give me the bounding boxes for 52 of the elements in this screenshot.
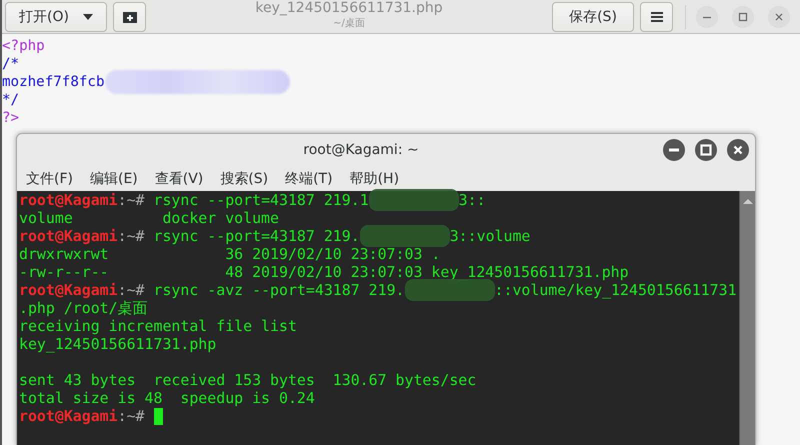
- terminal-text: drwxrwxrwt 36 2019/02/10 23:07:03 .: [19, 245, 440, 263]
- text-cursor: [154, 408, 163, 424]
- menu-button[interactable]: [640, 2, 673, 32]
- save-button[interactable]: 保存(S): [552, 2, 634, 32]
- prompt-path: :~#: [118, 281, 145, 299]
- terminal-text: sent 43 bytes received 153 bytes 130.67 bytes/sec: [19, 371, 476, 389]
- window-title: root@Kagami: ~: [303, 142, 419, 158]
- prompt-path: :~#: [118, 407, 145, 425]
- terminal-text: ::volume/key_12450156611731: [494, 281, 737, 299]
- new-document-button[interactable]: [113, 2, 146, 32]
- prompt-path: :~#: [118, 191, 145, 209]
- menu-item[interactable]: 终端(T): [285, 170, 333, 188]
- text-area[interactable]: <?php /* mozhef7f8fcb */ ?>: [2, 34, 800, 127]
- menu-item[interactable]: 编辑(E): [90, 170, 138, 188]
- caret-icon: [82, 14, 93, 20]
- minimize-button[interactable]: [663, 139, 685, 161]
- prompt-user: root@Kagami: [19, 227, 118, 245]
- terminal-text: 3::volume: [450, 227, 530, 245]
- window-title: key_12450156611731.php: [255, 0, 443, 17]
- prompt-user: root@Kagami: [19, 191, 118, 209]
- terminal-text: rsync -avz --port=43187 219.: [152, 281, 405, 299]
- new-document-icon: [122, 10, 138, 24]
- menu-item[interactable]: 搜索(S): [220, 170, 268, 188]
- prompt-user: root@Kagami: [19, 407, 118, 425]
- open-button[interactable]: 打开(O): [5, 2, 107, 32]
- prompt-user: root@Kagami: [19, 281, 118, 299]
- terminal-text: key_12450156611731.php: [19, 335, 216, 353]
- menu-item[interactable]: 文件(F): [26, 170, 73, 188]
- code-line: /*: [2, 55, 20, 73]
- terminal-text: total size is 48 speedup is 0.24: [19, 389, 315, 407]
- terminal-text: volume docker volume: [19, 209, 279, 227]
- terminal-text: 3::: [458, 191, 486, 209]
- maximize-button[interactable]: [732, 6, 754, 28]
- code-line: */: [2, 91, 20, 109]
- code-line: ?>: [2, 109, 20, 127]
- window-subtitle: ~/桌面: [333, 17, 365, 30]
- close-button[interactable]: [727, 139, 749, 161]
- terminal-text: .php /root/桌面: [19, 299, 148, 317]
- terminal-text: rsync --port=43187 219.1: [152, 191, 369, 209]
- terminal-text: rsync --port=43187 219.: [152, 227, 360, 245]
- close-button[interactable]: [768, 6, 790, 28]
- prompt-path: :~#: [118, 227, 145, 245]
- menu-icon: [650, 10, 662, 22]
- code-line: mozhef7f8fcb: [2, 73, 104, 91]
- scroll-up-icon[interactable]: [742, 197, 754, 205]
- scrollbar[interactable]: [739, 191, 755, 445]
- code-line: <?php: [2, 37, 45, 55]
- menu-item[interactable]: 帮助(H): [350, 170, 400, 188]
- terminal-text: -rw-r--r-- 48 2019/02/10 23:07:03 key_12450156611731.php: [19, 263, 629, 281]
- maximize-button[interactable]: [695, 139, 717, 161]
- menu-item[interactable]: 查看(V): [154, 170, 204, 188]
- terminal-text: receiving incremental file list: [19, 317, 297, 335]
